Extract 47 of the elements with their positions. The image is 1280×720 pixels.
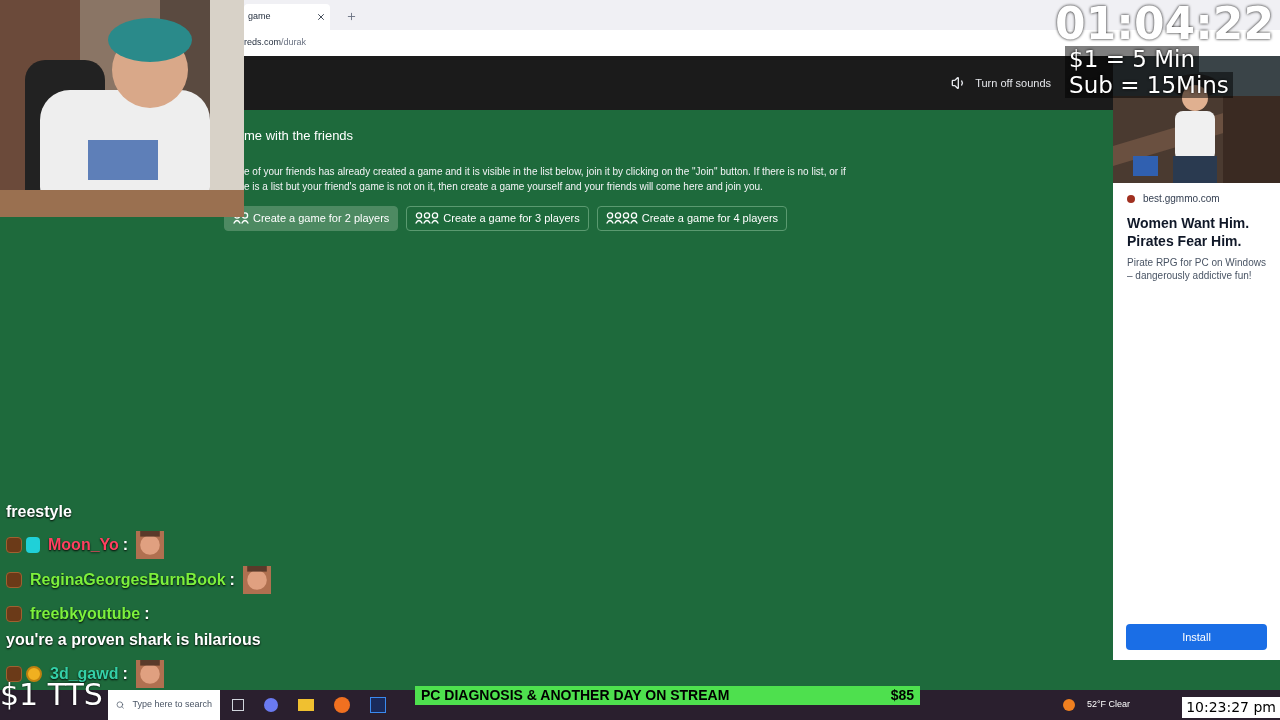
instructions-text: e of your friends has already created a game and it is visible in the list below, join it by clicking on the "Join" button. If there is no list, or if e is a list but your friend's game is not on it, then create a game yourself and your friends will come here and join you. [244, 164, 847, 194]
badge-icon [26, 537, 40, 553]
clock-text: 10:23:27 pm [1182, 697, 1280, 718]
chat-username: Moon_Yo [48, 535, 119, 555]
goal-title: PC DIAGNOSIS & ANOTHER DAY ON STREAM [421, 686, 730, 705]
create-game-button[interactable]: Create a game for 4 players [596, 205, 788, 231]
chat-separator: : [144, 604, 150, 624]
coin-icon [26, 666, 42, 682]
ad-source: best.ggmmo.com [1127, 191, 1266, 206]
search-field[interactable]: Type here to search [108, 690, 220, 720]
create-game-button[interactable]: Create a game for 3 players [406, 205, 589, 231]
people-icon [415, 212, 440, 224]
browser-tab[interactable]: game [244, 4, 330, 30]
sound-button[interactable]: Turn off sounds [951, 74, 1051, 92]
chat-username: 3d_gawd [50, 664, 119, 683]
chat-separator: : [229, 570, 235, 590]
ad-headline: Women Want Him. Pirates Fear Him. [1127, 214, 1251, 250]
stream-timer: 01:04:22 [1055, 2, 1274, 46]
close-icon[interactable] [316, 12, 326, 22]
goal-amount: $85 [890, 686, 914, 705]
app-icon[interactable] [370, 697, 386, 713]
badge-icon [6, 666, 22, 682]
search-icon [116, 699, 125, 711]
chat-text: freestyle [6, 502, 73, 522]
badge-icon [6, 572, 22, 588]
weather-text: 52°F Clear [1086, 698, 1130, 712]
badge-icon [6, 537, 22, 553]
create-game-button[interactable]: Create a game for 2 players [224, 205, 399, 231]
install-button[interactable]: Install [1126, 624, 1267, 650]
browser-icon[interactable] [334, 697, 350, 713]
section-heading: me with the friends [244, 127, 355, 145]
chat-username: ReginaGeorgesBurnBook [30, 570, 226, 590]
app-icon[interactable] [264, 698, 278, 712]
chat-username: freebkyoutube [30, 604, 141, 624]
people-icon [605, 212, 638, 224]
ad-body: Pirate RPG for PC on Windows – dangerously addictive fun! [1127, 256, 1266, 282]
badge-icon [6, 606, 22, 622]
chat-text: you're a proven shark is hilarious [6, 630, 261, 650]
chat-separator: : [122, 535, 129, 555]
task-view-icon[interactable] [232, 699, 244, 711]
new-tab-icon[interactable] [346, 11, 357, 22]
logo-icon [1127, 194, 1135, 203]
rate-text: $1 = 5 Min [1065, 46, 1200, 72]
rate-text: Sub = 15Mins [1065, 72, 1233, 98]
chat-separator: : [122, 664, 128, 684]
weather-icon [1062, 699, 1075, 711]
address-field[interactable]: reds.com/durak [244, 36, 307, 50]
